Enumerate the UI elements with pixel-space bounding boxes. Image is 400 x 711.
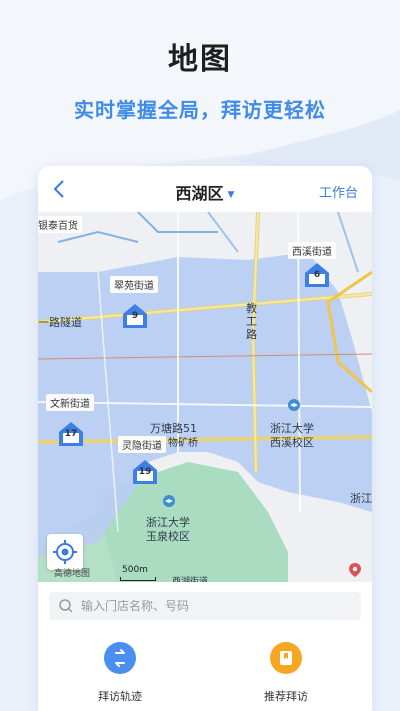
store-search-input[interactable] bbox=[81, 592, 351, 620]
store-marker-19[interactable]: 19 bbox=[132, 458, 158, 488]
marker-count: 6 bbox=[313, 270, 321, 280]
locate-button[interactable] bbox=[47, 534, 83, 570]
bridge-label-wukuang: 物矿桥 bbox=[168, 438, 198, 449]
search-box[interactable] bbox=[49, 592, 361, 620]
scale-label: 500m bbox=[122, 565, 148, 575]
place-label-cuiyuan: 翠苑街道 bbox=[110, 276, 158, 293]
place-label-yintai: 银泰百货 bbox=[38, 216, 82, 233]
university-pin-icon bbox=[288, 399, 300, 411]
caret-down-icon: ▼ bbox=[227, 189, 235, 200]
hero-title: 地图 bbox=[168, 42, 232, 77]
visit-track-label: 拜访轨迹 bbox=[98, 690, 142, 703]
route-icon bbox=[104, 642, 136, 674]
place-label-bottom: 西湖街道 bbox=[172, 577, 209, 582]
store-marker-17[interactable]: 17 bbox=[58, 420, 84, 450]
poi-label-zju-yq-2: 玉泉校区 bbox=[146, 530, 190, 543]
district-name: 西湖区 bbox=[175, 184, 224, 203]
marker-count: 17 bbox=[64, 429, 78, 439]
road-label-suidao: 一路隧道 bbox=[38, 316, 82, 329]
location-pin-icon bbox=[349, 563, 361, 577]
map-logo: 高德地图 bbox=[54, 569, 91, 579]
visit-track-button[interactable]: 拜访轨迹 bbox=[60, 642, 180, 704]
map-view[interactable]: 银泰百货 西溪街道 翠苑街道 一路隧道 教工路 文新街道 万塘路51 灵隐街道 … bbox=[38, 212, 372, 582]
poi-label-zju-xixi-2: 西溪校区 bbox=[270, 436, 314, 449]
hero-subtitle: 实时掌握全局，拜访更轻松 bbox=[74, 98, 326, 122]
store-marker-6[interactable]: 6 bbox=[304, 261, 330, 291]
crosshair-icon bbox=[53, 540, 77, 564]
store-marker-9[interactable]: 9 bbox=[122, 302, 148, 332]
road-label-jiaogong: 教工路 bbox=[246, 302, 257, 341]
university-pin-icon bbox=[163, 495, 175, 507]
search-icon bbox=[59, 599, 73, 613]
marker-count: 19 bbox=[138, 467, 152, 477]
marker-count: 9 bbox=[131, 311, 139, 321]
nav-bar: 西湖区 ▼ 工作台 bbox=[38, 166, 372, 212]
place-label-lingyin: 灵隐街道 bbox=[118, 436, 166, 453]
place-label-zhejiang: 浙江 bbox=[350, 492, 372, 505]
bookmark-icon bbox=[270, 642, 302, 674]
search-bar-container bbox=[38, 582, 372, 632]
place-label-xixi: 西溪街道 bbox=[288, 242, 336, 259]
workbench-link[interactable]: 工作台 bbox=[319, 182, 358, 201]
action-bar: 拜访轨迹 推荐拜访 bbox=[38, 632, 372, 711]
place-label-wenxin: 文新街道 bbox=[46, 394, 94, 411]
recommend-visit-button[interactable]: 推荐拜访 bbox=[226, 642, 346, 704]
phone-screen: 西湖区 ▼ 工作台 银泰百货 西溪街道 翠苑街道 一路隧道 教工路 文新街道 万… bbox=[38, 166, 372, 711]
recommend-visit-label: 推荐拜访 bbox=[264, 690, 308, 703]
scale-bar bbox=[120, 577, 156, 581]
